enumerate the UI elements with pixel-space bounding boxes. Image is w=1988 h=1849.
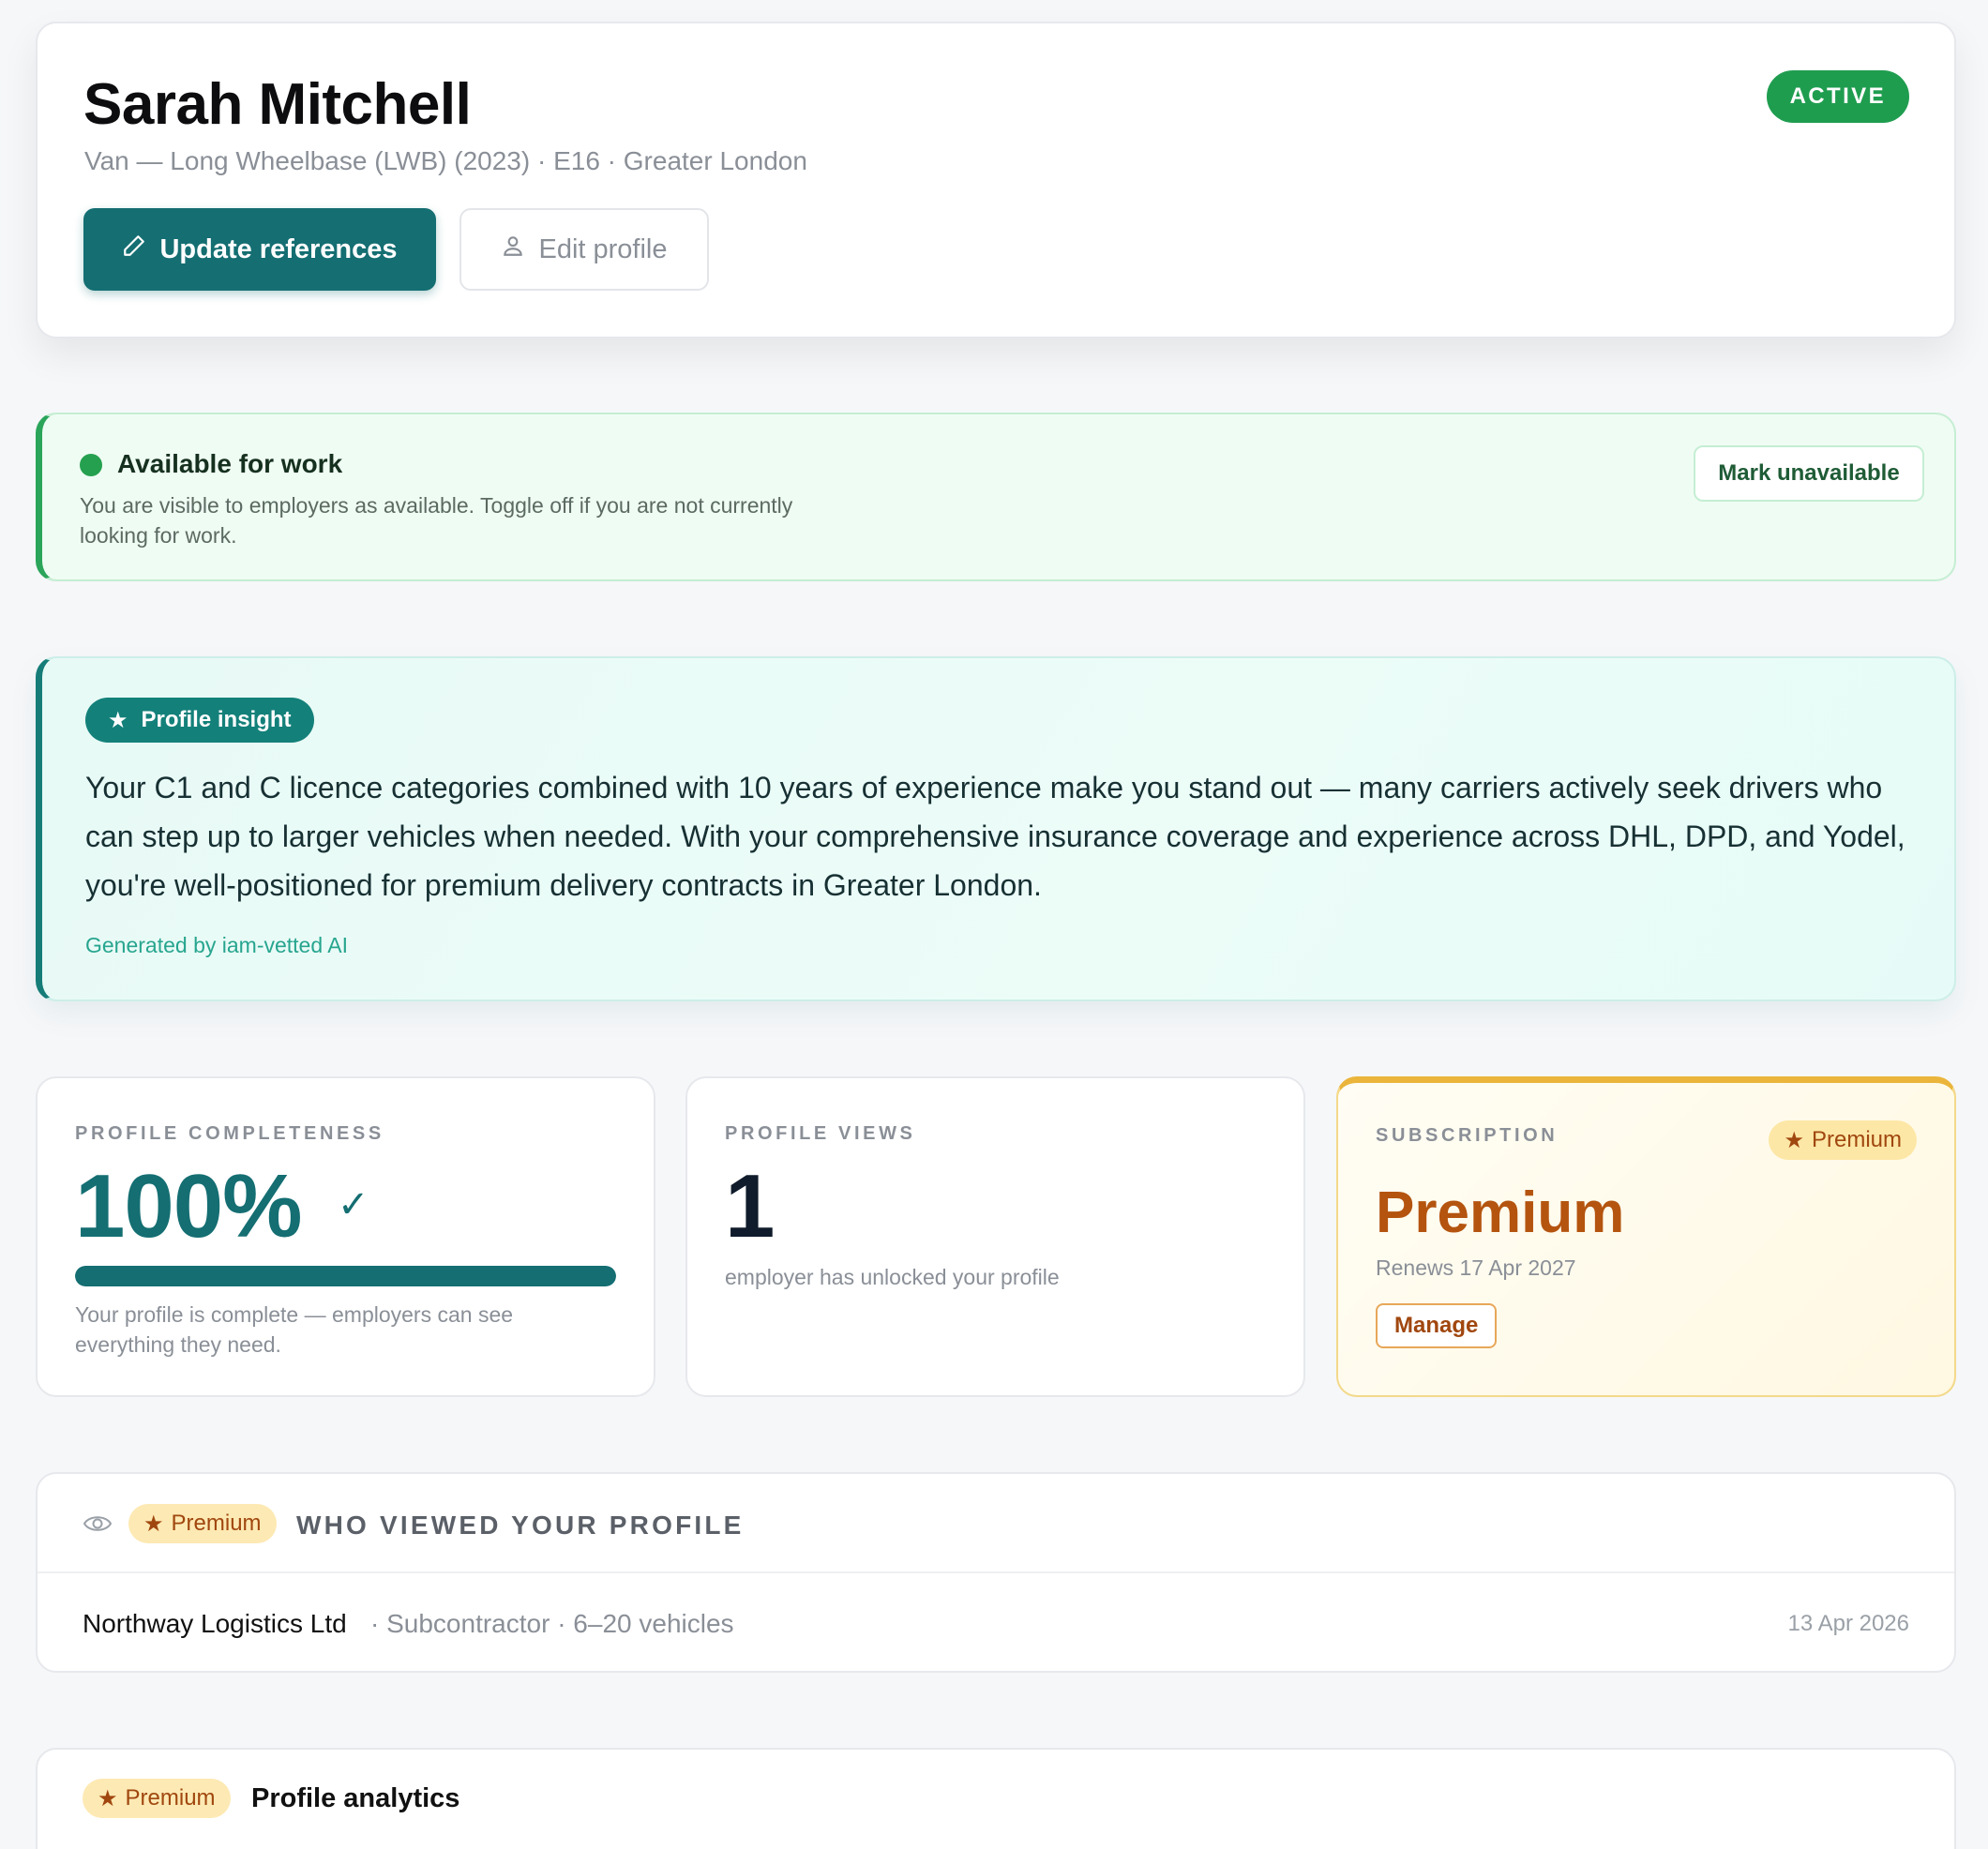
who-viewed-pill-label: Premium	[171, 1511, 262, 1536]
profile-header-card: Sarah Mitchell Van — Long Wheelbase (LWB…	[36, 22, 1956, 338]
user-icon	[501, 233, 525, 265]
eye-icon	[83, 1511, 113, 1541]
profile-insight-text: Your C1 and C licence categories combine…	[85, 771, 1905, 902]
subscription-label: SUBSCRIPTION	[1376, 1125, 1559, 1146]
profile-views-label: PROFILE VIEWS	[725, 1123, 916, 1144]
viewer-company-meta: · Subcontractor · 6–20 vehicles	[370, 1609, 734, 1638]
manage-subscription-button[interactable]: Manage	[1376, 1303, 1498, 1348]
subscription-renewal-date: Renews 17 Apr 2027	[1376, 1255, 1576, 1280]
availability-card: Available for work You are visible to em…	[36, 413, 1956, 581]
profile-analytics-card: ★ Premium Profile analytics	[36, 1748, 1956, 1849]
availability-status-dot	[80, 454, 102, 476]
completeness-progress-bar	[75, 1266, 616, 1286]
subscription-premium-pill: ★ Premium	[1769, 1120, 1917, 1160]
profile-analytics-title: Profile analytics	[251, 1783, 460, 1813]
availability-title: Available for work	[117, 449, 343, 478]
update-references-button[interactable]: Update references	[83, 208, 436, 291]
viewer-date: 13 Apr 2026	[1787, 1611, 1909, 1636]
check-icon: ✓	[338, 1184, 369, 1225]
pencil-icon	[122, 233, 146, 265]
edit-profile-label: Edit profile	[538, 233, 668, 264]
completeness-progress-fill	[75, 1266, 616, 1286]
profile-subtitle: Van — Long Wheelbase (LWB) (2023) · E16 …	[84, 146, 807, 175]
status-badge: ACTIVE	[1766, 70, 1909, 123]
edit-profile-button[interactable]: Edit profile	[459, 208, 709, 291]
viewer-company-name: Northway Logistics Ltd	[83, 1609, 347, 1638]
profile-name: Sarah Mitchell	[83, 72, 472, 137]
analytics-premium-pill: ★ Premium	[83, 1779, 231, 1818]
who-viewed-header: ★ Premium WHO VIEWED YOUR PROFILE	[38, 1474, 1954, 1573]
profile-completeness-note: Your profile is complete — employers can…	[75, 1302, 514, 1357]
star-icon: ★	[1784, 1127, 1804, 1153]
viewer-row[interactable]: Northway Logistics Ltd · Subcontractor ·…	[38, 1575, 1954, 1673]
mark-unavailable-button[interactable]: Mark unavailable	[1694, 445, 1924, 502]
profile-completeness-value: 100%	[75, 1156, 303, 1256]
star-icon: ★	[143, 1511, 164, 1537]
subscription-pill-label: Premium	[1811, 1127, 1902, 1152]
who-viewed-title: WHO VIEWED YOUR PROFILE	[296, 1511, 745, 1540]
profile-insight-badge-label: Profile insight	[141, 707, 292, 732]
profile-views-note: employer has unlocked your profile	[725, 1265, 1060, 1289]
star-icon: ★	[108, 707, 128, 733]
subscription-card: SUBSCRIPTION ★ Premium Premium Renews 17…	[1336, 1076, 1956, 1397]
profile-completeness-card: PROFILE COMPLETENESS 100% ✓ Your profile…	[36, 1076, 655, 1397]
who-viewed-premium-pill: ★ Premium	[128, 1504, 277, 1543]
profile-views-value: 1	[725, 1156, 776, 1256]
profile-views-card: PROFILE VIEWS 1 employer has unlocked yo…	[685, 1076, 1305, 1397]
who-viewed-card: ★ Premium WHO VIEWED YOUR PROFILE Northw…	[36, 1472, 1956, 1673]
subscription-plan-name: Premium	[1376, 1180, 1625, 1245]
insight-footnote: Generated by iam-vetted AI	[85, 933, 348, 957]
update-references-label: Update references	[159, 233, 398, 264]
profile-insight-card: ★ Profile insight Your C1 and C licence …	[36, 656, 1956, 1001]
availability-description: You are visible to employers as availabl…	[80, 493, 793, 548]
profile-insight-badge: ★ Profile insight	[85, 698, 314, 743]
profile-completeness-label: PROFILE COMPLETENESS	[75, 1123, 384, 1144]
analytics-pill-label: Premium	[125, 1785, 216, 1811]
star-icon: ★	[98, 1785, 118, 1811]
